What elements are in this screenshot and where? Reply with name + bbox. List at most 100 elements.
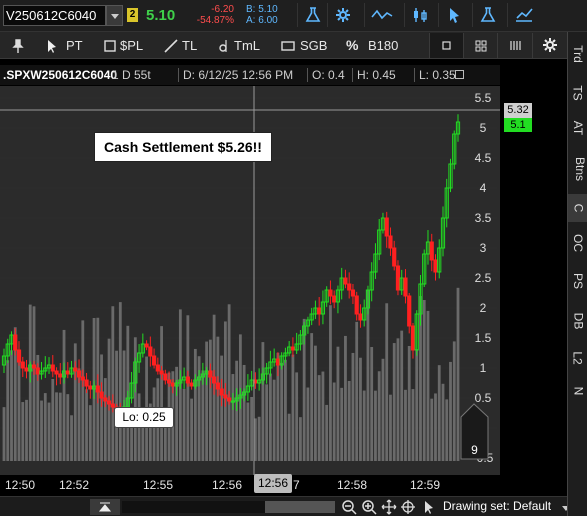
candle-body: [185, 376, 190, 384]
symbol-dropdown-button[interactable]: [106, 5, 123, 26]
tab-trd[interactable]: Trd: [568, 36, 587, 72]
tab-at[interactable]: AT: [568, 113, 587, 143]
pan-cursor-icon[interactable]: [420, 499, 436, 515]
volume-bar: [321, 371, 325, 461]
tab-at-label: AT: [570, 120, 585, 136]
cash-settlement-callout[interactable]: Cash Settlement $5.26!!: [94, 132, 272, 162]
volume-bar: [351, 352, 355, 461]
candle-body: [358, 313, 363, 321]
flask-icon[interactable]: [472, 3, 502, 27]
last-price: 5.10: [146, 7, 176, 24]
tab-c-label: C: [570, 203, 585, 213]
tab-c[interactable]: C: [568, 194, 587, 222]
tool-spl[interactable]: $PL: [104, 32, 150, 59]
volume-bar: [284, 359, 287, 461]
volume-bar: [81, 320, 85, 461]
tab-db-label: DB: [570, 312, 585, 330]
tab-db[interactable]: DB: [568, 304, 587, 338]
volume-bar: [103, 378, 107, 461]
tab-oc-label: OC: [571, 234, 585, 252]
trendline-icon: [164, 39, 178, 53]
tab-ts[interactable]: TS: [568, 78, 587, 108]
tab-n[interactable]: N: [568, 376, 587, 406]
candle-body: [189, 382, 194, 387]
crosshair-time-label: 12:56: [254, 474, 292, 493]
volume-bar: [347, 380, 351, 461]
square-icon[interactable]: [429, 33, 463, 58]
candle-body: [433, 259, 438, 273]
symbol-input[interactable]: V250612C6040: [3, 5, 106, 26]
candles-icon[interactable]: [404, 3, 434, 27]
tool-pt[interactable]: PT: [46, 32, 86, 59]
candle-body: [84, 379, 89, 387]
drawing-set-selector[interactable]: Drawing set: Default: [443, 499, 551, 513]
last-price-tag: 5.1: [504, 118, 532, 132]
candle-body: [76, 370, 82, 378]
zoom-in-icon[interactable]: [361, 499, 377, 515]
candle-body: [110, 403, 115, 408]
tab-l2[interactable]: L2: [568, 342, 587, 374]
price-tick-label: 5: [480, 121, 487, 135]
time-axis[interactable]: 12:50 12:52 12:55 12:56 12:58 12:59: [0, 475, 500, 496]
volume-bar: [208, 339, 212, 461]
candle-body: [103, 397, 108, 402]
pin-icon[interactable]: [12, 32, 28, 59]
volume-bar: [261, 342, 265, 461]
volume-bar: [355, 321, 359, 461]
volume-bar: [85, 389, 88, 461]
volume-bar: [366, 290, 370, 461]
grid-icon[interactable]: [463, 33, 497, 58]
expand-chart-icon[interactable]: [455, 70, 464, 79]
pan-icon[interactable]: [381, 499, 397, 515]
candle-body: [407, 295, 412, 327]
zoom-out-icon[interactable]: [341, 499, 357, 515]
tab-btns[interactable]: Btns: [568, 148, 587, 190]
volume-bar: [310, 333, 314, 461]
volume-bar: [332, 382, 336, 461]
tab-ps[interactable]: PS: [568, 264, 587, 298]
candle-body: [16, 349, 22, 363]
volume-bar: [268, 373, 272, 461]
tool-b180[interactable]: % B180: [346, 32, 404, 59]
tool-spl-label: $PL: [120, 38, 144, 53]
flask-icon[interactable]: [297, 3, 327, 27]
volume-bar: [359, 357, 362, 461]
volume-bar: [55, 392, 58, 461]
price-tick-label: 2.5: [475, 271, 492, 285]
chart-style-icon[interactable]: [507, 3, 537, 27]
crosshair-icon[interactable]: [400, 499, 416, 515]
layout-icon[interactable]: [497, 33, 531, 58]
candle-body: [332, 295, 337, 303]
volume-bar: [445, 399, 449, 461]
tool-tl[interactable]: TL: [164, 32, 204, 59]
link-group-badge[interactable]: 2: [127, 8, 138, 22]
volume-bar: [340, 387, 344, 461]
trend-line-icon[interactable]: [364, 3, 394, 27]
volume-bar: [449, 361, 452, 461]
timeline-icon: [219, 40, 227, 52]
candle-body: [166, 379, 172, 384]
low-annotation: Lo: 0.25: [114, 407, 174, 428]
time-label: 12:56: [212, 478, 243, 492]
tool-pt-label: PT: [66, 38, 83, 53]
tab-oc[interactable]: OC: [568, 226, 587, 260]
scroll-count-badge[interactable]: 9: [460, 401, 489, 460]
gear-icon[interactable]: [327, 3, 357, 27]
candle-body: [80, 376, 85, 381]
volume-bar: [100, 354, 103, 461]
volume-bar: [287, 413, 291, 461]
tab-n-label: N: [570, 386, 585, 396]
cursor-icon[interactable]: [438, 3, 468, 27]
expand-up-icon[interactable]: [90, 499, 120, 515]
candle-body: [275, 358, 281, 366]
price-tick-label: 3.5: [475, 211, 492, 225]
candle-body: [212, 376, 217, 384]
scrollbar-thumb[interactable]: [265, 501, 335, 513]
tool-tml[interactable]: TmL: [218, 32, 268, 59]
tool-sgb[interactable]: SGB: [281, 32, 331, 59]
candle-body: [384, 217, 389, 237]
chart-aggregation[interactable]: 1 D 55t: [112, 65, 151, 85]
tab-btns-label: Btns: [573, 156, 587, 182]
candle-body: [290, 346, 296, 351]
candle-body: [50, 364, 55, 372]
